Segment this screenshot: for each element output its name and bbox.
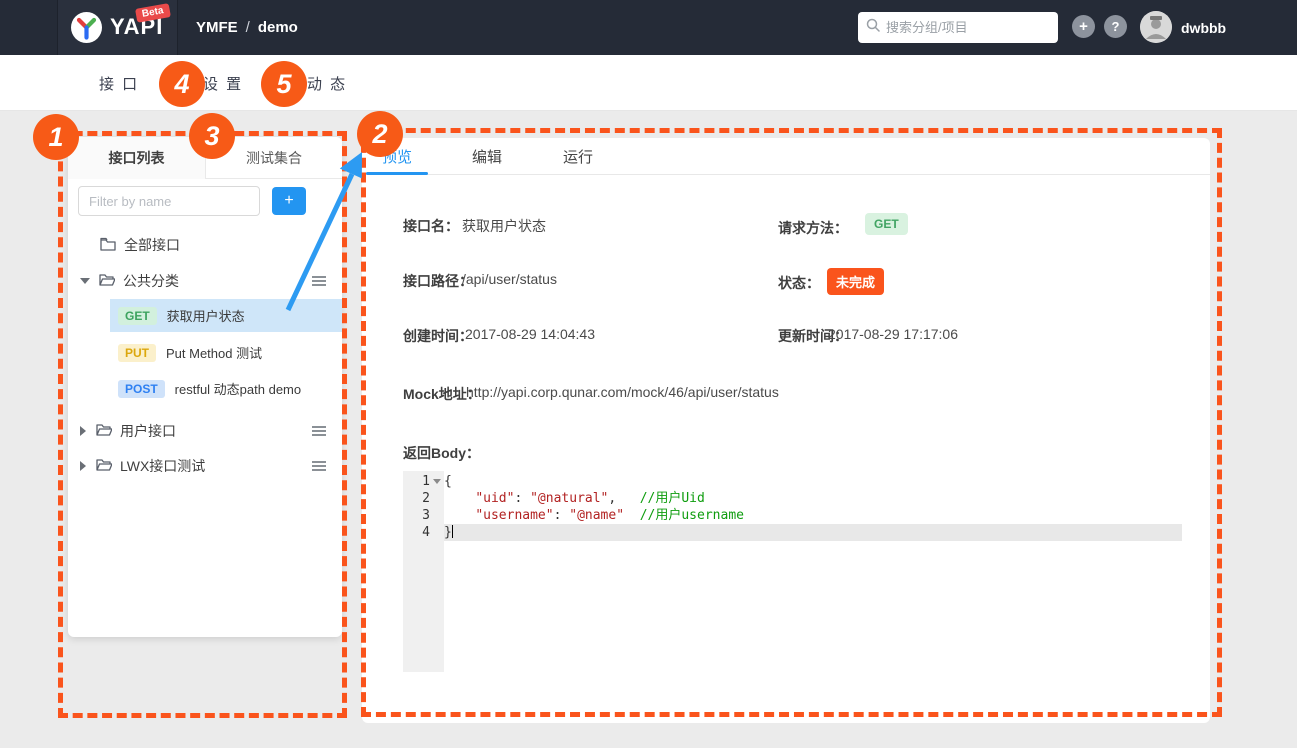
tree-item-label: LWX接口测试 bbox=[120, 456, 205, 476]
folder-open-icon bbox=[99, 273, 115, 290]
line-number: 4 bbox=[410, 524, 430, 541]
response-body-editor[interactable]: 1 2 3 4 { "uid": "@natural", //用户Uid "us… bbox=[403, 471, 1182, 677]
code-line-3: "username": "@name" //用户username bbox=[444, 507, 1182, 524]
breadcrumb: YMFE / demo bbox=[196, 0, 298, 55]
category-menu-icon[interactable] bbox=[312, 424, 326, 440]
interface-detail-panel: 预览 编辑 运行 接口名： 获取用户状态 请求方法： GET 接口路径： /ap… bbox=[362, 138, 1210, 723]
interface-tree: 全部接口 公共分类 GET 获取用户状态 PUT Put M bbox=[68, 228, 342, 481]
yapi-logo-icon bbox=[71, 12, 102, 43]
tree-item-label: 公共分类 bbox=[123, 271, 179, 291]
field-created-value: 2017-08-29 14:04:43 bbox=[465, 326, 595, 342]
tab-settings[interactable]: 设 置 bbox=[203, 55, 243, 111]
category-menu-icon[interactable] bbox=[312, 274, 326, 290]
logo[interactable]: YAPI Beta bbox=[57, 0, 178, 55]
folder-open-icon bbox=[96, 423, 112, 440]
line-number: 1 bbox=[410, 473, 430, 490]
method-badge-post: POST bbox=[118, 380, 165, 398]
code-line-2: "uid": "@natural", //用户Uid bbox=[444, 490, 1182, 507]
tab-test-collection[interactable]: 测试集合 bbox=[205, 137, 342, 179]
detail-tabbar: 预览 编辑 运行 bbox=[362, 138, 1210, 175]
tab-activity[interactable]: 动 态 bbox=[307, 55, 347, 111]
breadcrumb-group[interactable]: YMFE bbox=[196, 19, 238, 36]
active-tab-underline bbox=[366, 172, 428, 175]
plus-icon: + bbox=[1079, 18, 1088, 35]
filter-row: + bbox=[78, 186, 332, 216]
caret-right-icon[interactable] bbox=[80, 426, 86, 436]
api-item-restful-path-demo[interactable]: POST restful 动态path demo bbox=[110, 372, 342, 405]
beta-badge: Beta bbox=[135, 3, 171, 23]
search-input[interactable] bbox=[886, 20, 1046, 35]
api-item-title: restful 动态path demo bbox=[175, 379, 301, 398]
tree-item-user-group[interactable]: 用户接口 bbox=[68, 416, 342, 446]
folder-open-icon bbox=[96, 458, 112, 475]
sidebar-tabs: 接口列表 测试集合 bbox=[68, 137, 342, 179]
category-menu-icon[interactable] bbox=[312, 459, 326, 475]
global-search bbox=[858, 12, 1058, 43]
field-status-label: 状态： bbox=[778, 273, 820, 293]
avatar[interactable] bbox=[1140, 11, 1172, 43]
field-mock-value: http://yapi.corp.qunar.com/mock/46/api/u… bbox=[466, 384, 779, 400]
api-item-get-user-status[interactable]: GET 获取用户状态 bbox=[110, 299, 342, 332]
field-updated-value: 2017-08-29 17:17:06 bbox=[828, 326, 958, 342]
interface-list-panel: 接口列表 测试集合 + 全部接口 公共分类 bbox=[68, 137, 342, 637]
field-created-label: 创建时间： bbox=[403, 326, 473, 346]
method-badge-get: GET bbox=[118, 307, 157, 325]
breadcrumb-project[interactable]: demo bbox=[258, 19, 298, 36]
add-project-button[interactable]: + bbox=[1072, 15, 1095, 38]
tab-run[interactable]: 运行 bbox=[547, 138, 609, 175]
question-icon: ? bbox=[1112, 19, 1120, 34]
top-navbar: YAPI Beta YMFE / demo + ? bbox=[0, 0, 1297, 55]
code-line-4: } bbox=[444, 524, 1182, 541]
field-body-label: 返回Body： bbox=[403, 443, 480, 463]
field-name-label: 接口名： bbox=[403, 216, 459, 236]
yapi-app: YAPI Beta YMFE / demo + ? bbox=[0, 0, 1297, 748]
status-badge: 未完成 bbox=[827, 268, 884, 295]
filter-input[interactable] bbox=[78, 186, 260, 216]
method-get-badge: GET bbox=[865, 213, 908, 235]
folder-icon bbox=[100, 237, 116, 254]
tab-preview[interactable]: 预览 bbox=[366, 138, 428, 175]
fold-caret-icon[interactable] bbox=[433, 479, 441, 484]
username[interactable]: dwbbb bbox=[1181, 0, 1226, 55]
tree-item-public-group[interactable]: 公共分类 bbox=[68, 266, 342, 296]
field-path-value: /api/user/status bbox=[462, 271, 557, 287]
field-name-value: 获取用户状态 bbox=[462, 216, 546, 236]
tree-item-all-interfaces[interactable]: 全部接口 bbox=[68, 230, 342, 260]
caret-right-icon[interactable] bbox=[80, 461, 86, 471]
user-avatar-icon bbox=[1140, 11, 1172, 43]
text-cursor bbox=[452, 525, 453, 538]
code-line-1: { bbox=[444, 473, 1182, 490]
method-badge-put: PUT bbox=[118, 344, 156, 362]
help-button[interactable]: ? bbox=[1104, 15, 1127, 38]
tree-item-label: 全部接口 bbox=[124, 235, 180, 255]
caret-down-icon[interactable] bbox=[80, 278, 90, 284]
line-number: 3 bbox=[410, 507, 430, 524]
tab-edit[interactable]: 编辑 bbox=[456, 138, 518, 175]
project-subnav: 接 口 设 置 动 态 bbox=[0, 55, 1297, 111]
line-number: 2 bbox=[410, 490, 430, 507]
field-method-label: 请求方法： bbox=[778, 218, 848, 238]
tab-interface-list[interactable]: 接口列表 bbox=[68, 137, 205, 179]
add-interface-button[interactable]: + bbox=[272, 187, 306, 215]
tree-item-label: 用户接口 bbox=[120, 421, 176, 441]
tab-interface[interactable]: 接 口 bbox=[99, 55, 139, 111]
breadcrumb-separator: / bbox=[246, 19, 250, 36]
editor-gutter: 1 2 3 4 bbox=[403, 471, 444, 672]
api-item-title: Put Method 测试 bbox=[166, 343, 262, 362]
api-item-title: 获取用户状态 bbox=[167, 306, 245, 325]
api-item-put-method-test[interactable]: PUT Put Method 测试 bbox=[110, 336, 342, 369]
tree-item-lwx-group[interactable]: LWX接口测试 bbox=[68, 451, 342, 481]
search-icon bbox=[866, 18, 880, 37]
